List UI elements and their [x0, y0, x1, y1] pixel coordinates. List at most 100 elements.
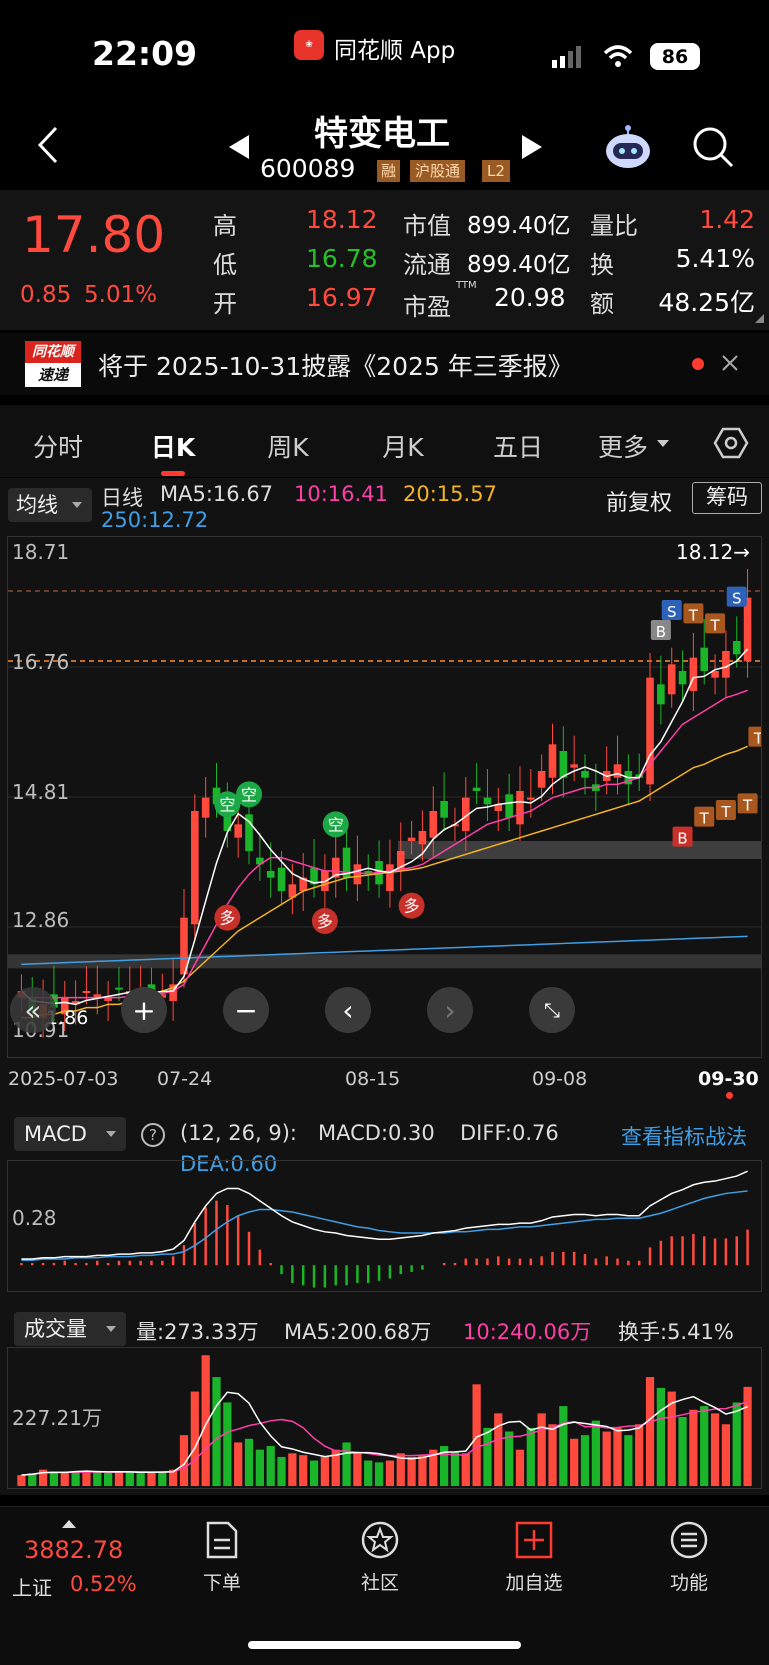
- next-candle-icon[interactable]: ›: [427, 987, 473, 1033]
- volume-selector[interactable]: 成交量: [14, 1312, 126, 1346]
- tab-more[interactable]: 更多: [598, 428, 648, 464]
- ma20-line: [21, 745, 748, 1019]
- volume-bar: [136, 1473, 145, 1486]
- signal-label: T: [688, 606, 699, 624]
- index-value[interactable]: 3882.78: [24, 1536, 123, 1564]
- high-marker: 18.12→: [676, 540, 751, 564]
- scroll-left-icon[interactable]: «: [10, 987, 56, 1033]
- volume-bar: [190, 1391, 199, 1486]
- volume-bar: [28, 1473, 37, 1486]
- volume-bar: [450, 1451, 460, 1486]
- candle: [505, 794, 513, 818]
- signal-marker: B: [650, 620, 671, 641]
- prev-stock-icon[interactable]: [225, 132, 251, 162]
- status-time: 22:09: [92, 34, 198, 73]
- stock-name: 特变电工: [314, 114, 450, 154]
- open-label: 开: [213, 290, 237, 318]
- candle: [483, 797, 492, 805]
- chart-settings-icon[interactable]: [713, 425, 749, 461]
- tab-active-indicator: [161, 471, 185, 476]
- index-change-pct: 0.52%: [70, 1572, 137, 1596]
- candle: [418, 831, 427, 845]
- volume-bar: [244, 1438, 254, 1486]
- tab-weekly-k[interactable]: 周K: [267, 428, 308, 464]
- volume-y-tick: 227.21万: [12, 1406, 102, 1430]
- ma-selector-label: 均线: [16, 493, 58, 517]
- amount-value: 48.25亿: [658, 288, 755, 317]
- vol-ratio-value: 1.42: [699, 205, 755, 234]
- wifi-icon: [603, 44, 633, 68]
- tab-daily-k[interactable]: 日K: [151, 428, 195, 464]
- volume-bar: [721, 1424, 731, 1486]
- signal-marker: B: [672, 826, 693, 848]
- volume-bar: [158, 1472, 167, 1486]
- nav-order-label: 下单: [202, 1572, 241, 1594]
- zoom-out-icon[interactable]: −: [223, 987, 269, 1033]
- nav-community[interactable]: 社区: [325, 1520, 435, 1595]
- volume-bar: [515, 1449, 525, 1486]
- volume-bar: [418, 1455, 427, 1486]
- volume-bar: [483, 1427, 492, 1486]
- pe-value: 20.98: [494, 283, 566, 312]
- ma-selector[interactable]: 均线: [8, 488, 92, 522]
- volume-bar: [49, 1471, 59, 1486]
- candle: [559, 751, 568, 778]
- nav-functions[interactable]: 功能: [634, 1520, 744, 1595]
- badge-l2: L2: [482, 160, 510, 182]
- candle: [678, 671, 687, 685]
- tab-intraday[interactable]: 分时: [33, 428, 83, 464]
- candle: [516, 791, 524, 825]
- next-stock-icon[interactable]: [520, 132, 546, 162]
- volume-bar: [223, 1402, 232, 1486]
- close-icon[interactable]: [719, 352, 741, 374]
- volume-bar: [385, 1460, 395, 1486]
- nav-add-watchlist-label: 加自选: [505, 1572, 563, 1594]
- macd-chart: [20, 1170, 749, 1288]
- search-icon[interactable]: [690, 124, 736, 170]
- candle: [472, 787, 481, 791]
- signal-label: 多: [219, 909, 235, 928]
- turnover-value: 5.41%: [675, 244, 755, 273]
- volume-bar: [526, 1427, 535, 1486]
- price-change: 0.85: [20, 282, 72, 308]
- back-icon[interactable]: [30, 120, 70, 170]
- nav-order[interactable]: 下单: [167, 1520, 277, 1595]
- volume-bar: [624, 1435, 633, 1486]
- battery-level: 86: [661, 45, 689, 68]
- prev-candle-icon[interactable]: ‹: [325, 987, 371, 1033]
- ma5-value: MA5:16.67: [160, 482, 274, 506]
- volume-bar: [320, 1456, 330, 1486]
- kline-chart[interactable]: 空空空多 多多BS TTSBT T TT: [8, 537, 761, 1057]
- chip-button[interactable]: 筹码: [692, 482, 762, 514]
- macd-y-tick: 0.28: [12, 1206, 57, 1230]
- notice-unread-dot: [692, 358, 704, 370]
- nav-add-watchlist[interactable]: 加自选: [479, 1520, 589, 1595]
- signal-marker: 多: [311, 908, 338, 934]
- status-bar: 22:09 ❀ 同花顺 App 86: [0, 0, 769, 100]
- signal-label: S: [667, 603, 677, 621]
- tab-monthly-k[interactable]: 月K: [382, 428, 423, 464]
- expand-corner-icon[interactable]: [755, 314, 764, 323]
- signal-label: 多: [404, 897, 420, 916]
- robot-assistant-icon[interactable]: [603, 121, 653, 171]
- volume-bar: [114, 1471, 124, 1486]
- tab-five-day[interactable]: 五日: [493, 428, 543, 464]
- volume-turnover: 换手:5.41%: [618, 1320, 734, 1344]
- volume-ma10: 10:240.06万: [463, 1320, 592, 1344]
- volume-bar: [591, 1420, 600, 1486]
- ma20-value: 20:15.57: [403, 482, 497, 506]
- zoom-in-icon[interactable]: +: [121, 987, 167, 1033]
- volume-selector-label: 成交量: [24, 1317, 87, 1341]
- signal-label: 空: [219, 795, 235, 814]
- signal-marker: T: [694, 806, 715, 828]
- volume-value: 量:273.33万: [136, 1320, 259, 1344]
- adjust-toggle[interactable]: 前复权: [606, 485, 672, 517]
- fullscreen-icon[interactable]: ⤡: [529, 987, 575, 1033]
- signal-marker: T: [683, 603, 704, 624]
- signal-label: B: [677, 830, 687, 848]
- signal-label: T: [720, 803, 731, 821]
- candle: [732, 641, 741, 655]
- candle: [440, 801, 448, 818]
- signal-label: 空: [241, 785, 257, 804]
- y-tick-2: 16.76: [12, 650, 70, 674]
